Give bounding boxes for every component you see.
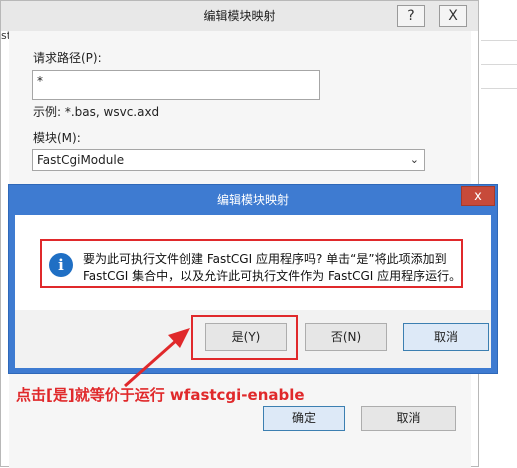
annotation-text: 点击[是]就等价于运行 wfastcgi-enable (16, 386, 305, 404)
